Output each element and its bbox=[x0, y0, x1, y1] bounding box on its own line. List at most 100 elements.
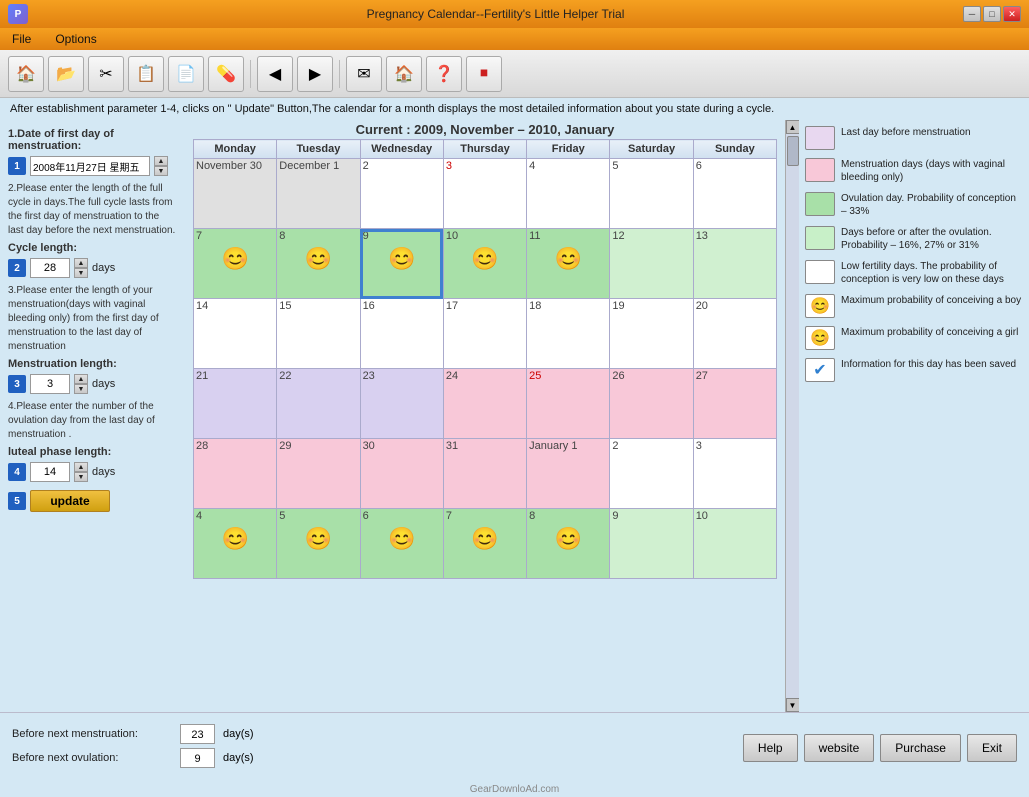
calendar-cell[interactable]: 2 bbox=[610, 439, 693, 509]
calendar-cell[interactable]: December 1 bbox=[277, 159, 360, 229]
day-number: 4 bbox=[196, 510, 274, 522]
toolbar-stop[interactable]: ⏹ bbox=[466, 56, 502, 92]
close-button[interactable]: ✕ bbox=[1003, 6, 1021, 22]
date-input[interactable] bbox=[30, 156, 150, 176]
day-number: 8 bbox=[279, 230, 357, 242]
toolbar-home[interactable]: 🏠 bbox=[8, 56, 44, 92]
calendar-cell[interactable]: 7😊 bbox=[443, 509, 526, 579]
calendar-cell[interactable]: 20 bbox=[693, 299, 776, 369]
scroll-thumb[interactable] bbox=[787, 136, 799, 166]
calendar-cell[interactable]: 9😊 bbox=[360, 229, 443, 299]
legend-text-2: Menstruation days (days with vaginal ble… bbox=[841, 158, 1023, 184]
luteal-up[interactable]: ▲ bbox=[74, 462, 88, 472]
cycle-down[interactable]: ▼ bbox=[74, 268, 88, 278]
scroll-up[interactable]: ▲ bbox=[786, 120, 800, 134]
mens-down[interactable]: ▼ bbox=[74, 384, 88, 394]
col-sunday: Sunday bbox=[693, 140, 776, 159]
toolbar-open[interactable]: 📂 bbox=[48, 56, 84, 92]
day-number: 6 bbox=[696, 160, 774, 172]
bottom-row-1: Before next menstruation: 23 day(s) bbox=[12, 724, 743, 744]
calendar-cell[interactable]: 7😊 bbox=[194, 229, 277, 299]
day-number: 11 bbox=[529, 230, 607, 242]
legend-text-8: Information for this day has been saved bbox=[841, 358, 1016, 371]
calendar-cell[interactable]: 18 bbox=[527, 299, 610, 369]
legend-item-6: 😊 Maximum probability of conceiving a bo… bbox=[805, 294, 1023, 318]
calendar-cell[interactable]: 9 bbox=[610, 509, 693, 579]
menstration-length-input[interactable] bbox=[30, 374, 70, 394]
update-button[interactable]: update bbox=[30, 490, 110, 512]
help-button[interactable]: Help bbox=[743, 734, 798, 762]
calendar-cell[interactable]: 30 bbox=[360, 439, 443, 509]
calendar-cell[interactable]: 28 bbox=[194, 439, 277, 509]
cycle-up[interactable]: ▲ bbox=[74, 258, 88, 268]
title-bar: P Pregnancy Calendar--Fertility's Little… bbox=[0, 0, 1029, 28]
bottom-buttons: Help website Purchase Exit bbox=[743, 734, 1017, 762]
calendar-cell[interactable]: 10 bbox=[693, 509, 776, 579]
next-ovul-unit: day(s) bbox=[223, 752, 254, 764]
calendar-cell[interactable]: 19 bbox=[610, 299, 693, 369]
toolbar-email[interactable]: ✉ bbox=[346, 56, 382, 92]
calendar-cell[interactable]: 17 bbox=[443, 299, 526, 369]
cycle-length-input[interactable] bbox=[30, 258, 70, 278]
menu-options[interactable]: Options bbox=[51, 30, 100, 48]
center-area: Current : 2009, November – 2010, January… bbox=[185, 120, 785, 712]
calendar-cell[interactable]: 13 bbox=[693, 229, 776, 299]
face-icon-girl: 😊 bbox=[279, 246, 357, 272]
calendar-cell[interactable]: 10😊 bbox=[443, 229, 526, 299]
legend-text-6: Maximum probability of conceiving a boy bbox=[841, 294, 1021, 307]
date-down[interactable]: ▼ bbox=[154, 166, 168, 176]
toolbar-back[interactable]: ◀ bbox=[257, 56, 293, 92]
section1-title: 1.Date of first day of menstruation: bbox=[8, 128, 177, 152]
date-up[interactable]: ▲ bbox=[154, 156, 168, 166]
menu-file[interactable]: File bbox=[8, 30, 35, 48]
calendar-cell[interactable]: 6😊 bbox=[360, 509, 443, 579]
calendar-cell[interactable]: 12 bbox=[610, 229, 693, 299]
calendar-cell[interactable]: 21 bbox=[194, 369, 277, 439]
toolbar-copy[interactable]: 📋 bbox=[128, 56, 164, 92]
exit-button[interactable]: Exit bbox=[967, 734, 1017, 762]
calendar-cell[interactable]: 3 bbox=[443, 159, 526, 229]
calendar-cell[interactable]: 5😊 bbox=[277, 509, 360, 579]
day-number: 12 bbox=[612, 230, 690, 242]
calendar-cell[interactable]: 8😊 bbox=[277, 229, 360, 299]
calendar-cell[interactable]: 27 bbox=[693, 369, 776, 439]
calendar-cell[interactable]: 6 bbox=[693, 159, 776, 229]
toolbar-new[interactable]: 📄 bbox=[168, 56, 204, 92]
maximize-button[interactable]: □ bbox=[983, 6, 1001, 22]
scroll-down[interactable]: ▼ bbox=[786, 698, 800, 712]
minimize-button[interactable]: ─ bbox=[963, 6, 981, 22]
calendar-cell[interactable]: 4😊 bbox=[194, 509, 277, 579]
calendar-cell[interactable]: 3 bbox=[693, 439, 776, 509]
calendar-cell[interactable]: 22 bbox=[277, 369, 360, 439]
calendar-cell[interactable]: 11😊 bbox=[527, 229, 610, 299]
calendar-cell[interactable]: 4 bbox=[527, 159, 610, 229]
toolbar-house[interactable]: 🏠 bbox=[386, 56, 422, 92]
purchase-button[interactable]: Purchase bbox=[880, 734, 961, 762]
calendar-cell[interactable]: 15 bbox=[277, 299, 360, 369]
toolbar-cut[interactable]: ✂ bbox=[88, 56, 124, 92]
mens-up[interactable]: ▲ bbox=[74, 374, 88, 384]
calendar-cell[interactable]: 29 bbox=[277, 439, 360, 509]
toolbar-help[interactable]: ❓ bbox=[426, 56, 462, 92]
calendar-cell[interactable]: 24 bbox=[443, 369, 526, 439]
day-number: 3 bbox=[696, 440, 774, 452]
calendar-cell[interactable]: 26 bbox=[610, 369, 693, 439]
luteal-down[interactable]: ▼ bbox=[74, 472, 88, 482]
calendar-cell[interactable]: 31 bbox=[443, 439, 526, 509]
calendar-cell[interactable]: November 30 bbox=[194, 159, 277, 229]
calendar-cell[interactable]: 23 bbox=[360, 369, 443, 439]
day-number: 10 bbox=[446, 230, 524, 242]
website-button[interactable]: website bbox=[804, 734, 875, 762]
calendar-cell[interactable]: January 1 bbox=[527, 439, 610, 509]
calendar-cell[interactable]: 16 bbox=[360, 299, 443, 369]
calendar-cell[interactable]: 2 bbox=[360, 159, 443, 229]
calendar-cell[interactable]: 25 bbox=[527, 369, 610, 439]
toolbar-forward[interactable]: ▶ bbox=[297, 56, 333, 92]
toolbar-pill[interactable]: 💊 bbox=[208, 56, 244, 92]
calendar-cell[interactable]: 8😊 bbox=[527, 509, 610, 579]
calendar-cell[interactable]: 14 bbox=[194, 299, 277, 369]
calendar-cell[interactable]: 5 bbox=[610, 159, 693, 229]
section3-desc: 3.Please enter the length of your menstr… bbox=[8, 284, 177, 354]
luteal-phase-input[interactable] bbox=[30, 462, 70, 482]
section1-input-row: 1 ▲ ▼ bbox=[8, 156, 177, 176]
